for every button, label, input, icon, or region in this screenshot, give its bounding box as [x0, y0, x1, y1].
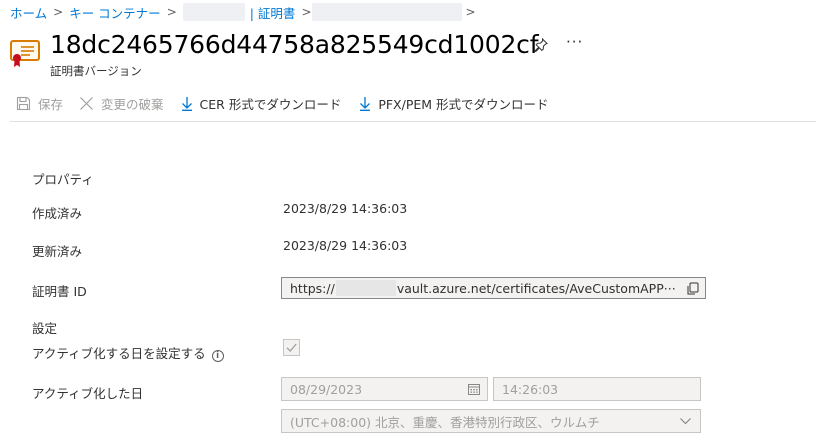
timezone-value: (UTC+08:00) 北京、重慶、香港特別行政区、ウルムチ	[290, 414, 600, 430]
breadcrumb-separator: >	[465, 5, 476, 19]
discard-changes-button[interactable]: 変更の破棄	[79, 94, 164, 113]
chevron-down-icon	[680, 418, 691, 425]
certificate-id-field[interactable]: https:// vault.azure.net/certificates/Av…	[281, 277, 706, 299]
properties-section-title: プロパティ	[32, 172, 94, 187]
breadcrumb-key-vaults[interactable]: キー コンテナー	[69, 3, 160, 22]
certificate-id-label: 証明書 ID	[32, 284, 87, 299]
breadcrumb-separator: >	[301, 5, 312, 19]
save-icon	[16, 96, 31, 110]
updated-value: 2023/8/29 14:36:03	[283, 238, 408, 253]
set-activation-label: アクティブ化する日を設定する	[32, 346, 206, 361]
activation-date-label: アクティブ化した日	[32, 386, 144, 401]
created-label: 作成済み	[32, 206, 83, 221]
certificate-id-suffix: vault.azure.net/certificates/AveCustomAP…	[396, 280, 676, 296]
created-value: 2023/8/29 14:36:03	[283, 201, 408, 216]
updated-label: 更新済み	[32, 244, 83, 259]
download-pfx-label: PFX/PEM 形式でダウンロード	[378, 96, 549, 112]
timezone-select[interactable]: (UTC+08:00) 北京、重慶、香港特別行政区、ウルムチ	[281, 409, 701, 433]
breadcrumb-separator: >	[53, 5, 64, 19]
breadcrumb-redacted-vault[interactable]	[182, 3, 245, 21]
breadcrumb-home[interactable]: ホーム	[10, 3, 47, 22]
info-icon[interactable]: i	[211, 350, 224, 362]
settings-section-title: 設定	[32, 321, 58, 336]
breadcrumb-redacted-certificate[interactable]	[311, 3, 462, 21]
calendar-icon[interactable]	[468, 383, 480, 395]
discard-changes-label: 変更の破棄	[101, 96, 164, 112]
set-activation-checkbox[interactable]	[283, 339, 300, 356]
checkmark-icon	[286, 343, 297, 352]
certificate-id-redacted	[335, 280, 396, 296]
activation-time-input[interactable]: 14:26:03	[493, 377, 701, 401]
activation-date-value: 08/29/2023	[290, 381, 363, 397]
breadcrumb-certificates[interactable]: | 証明書	[250, 3, 296, 22]
save-label: 保存	[38, 96, 64, 112]
activation-date-input[interactable]: 08/29/2023	[281, 377, 488, 401]
download-icon	[181, 96, 192, 111]
close-icon	[80, 96, 93, 110]
activation-time-value: 14:26:03	[502, 381, 559, 397]
page-title: 18dc2465766d44758a825549cd1002cf	[50, 30, 539, 59]
save-button[interactable]: 保存	[16, 94, 63, 113]
set-activation-label-row: アクティブ化する日を設定する i	[32, 343, 224, 362]
breadcrumb: ホーム > キー コンテナー > | 証明書 > >	[10, 3, 482, 21]
download-pfx-button[interactable]: PFX/PEM 形式でダウンロード	[359, 94, 549, 113]
toolbar-divider	[10, 121, 816, 122]
breadcrumb-separator: >	[166, 5, 177, 19]
download-cer-label: CER 形式でダウンロード	[199, 96, 342, 112]
download-cer-button[interactable]: CER 形式でダウンロード	[181, 94, 342, 113]
pin-icon[interactable]	[534, 38, 548, 52]
copy-icon[interactable]	[686, 282, 699, 295]
command-bar: 保存 変更の破棄 CER 形式でダウンロード PFX/PEM 形式でダウンロード	[16, 93, 549, 113]
download-icon	[360, 96, 371, 111]
certificate-id-prefix: https://	[290, 280, 335, 296]
page-subtitle: 証明書バージョン	[50, 64, 142, 78]
certificate-icon	[10, 40, 40, 67]
more-options-icon[interactable]: ···	[566, 33, 583, 51]
